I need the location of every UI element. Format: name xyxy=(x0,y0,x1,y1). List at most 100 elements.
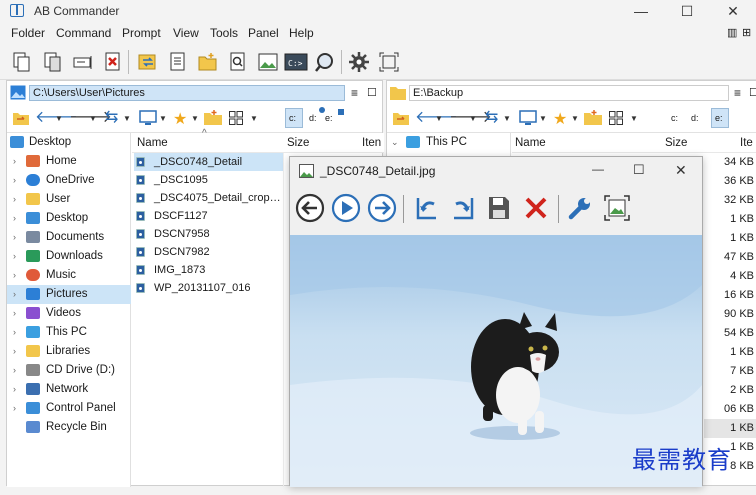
close-button[interactable]: ✕ xyxy=(710,0,756,22)
expand-chevron-icon[interactable]: › xyxy=(13,190,16,209)
file-row[interactable]: _DSC1095 xyxy=(134,171,283,189)
command-prompt-icon[interactable]: C:> xyxy=(284,51,308,73)
folder-sync-icon[interactable] xyxy=(13,111,29,125)
menu-help[interactable]: Help xyxy=(289,26,314,40)
expand-chevron-icon[interactable]: › xyxy=(13,342,16,361)
expand-chevron-icon[interactable]: › xyxy=(13,152,16,171)
swap-panes-icon[interactable]: ⇆ xyxy=(105,110,118,126)
grid-icon[interactable]: ⊞ xyxy=(742,26,751,39)
expand-chevron-icon[interactable]: › xyxy=(13,171,16,190)
drive-d-label[interactable]: d: xyxy=(309,113,317,123)
folder-sync-icon[interactable] xyxy=(393,111,409,125)
collapse-chevron-icon[interactable]: ⌄ xyxy=(391,133,399,152)
tree-item-downloads[interactable]: › Downloads xyxy=(7,247,131,266)
file-row[interactable]: DSCN7982 xyxy=(134,243,283,261)
tree-item-this-pc[interactable]: › This PC xyxy=(7,323,131,342)
save-icon[interactable] xyxy=(487,195,511,221)
forward-dropdown-icon[interactable]: ▼ xyxy=(89,114,97,123)
expand-chevron-icon[interactable]: › xyxy=(13,285,16,304)
favorites-star-icon[interactable]: ★ xyxy=(173,109,187,129)
expand-chevron-icon[interactable]: › xyxy=(13,209,16,228)
menu-panel[interactable]: Panel xyxy=(248,26,279,40)
file-row[interactable]: 32 KBPh xyxy=(704,191,756,210)
tree-item-videos[interactable]: › Videos xyxy=(7,304,131,323)
computer-icon[interactable] xyxy=(519,110,537,126)
file-row[interactable]: 4 KBPh xyxy=(704,267,756,286)
swap-dropdown-icon[interactable]: ▼ xyxy=(123,114,131,123)
expand-chevron-icon[interactable]: › xyxy=(13,247,16,266)
drive-e-label[interactable]: e: xyxy=(325,113,333,123)
swap-panes-icon[interactable]: ⇆ xyxy=(485,110,498,126)
layout-icon[interactable]: ▥ xyxy=(727,26,737,39)
new-folder-icon[interactable] xyxy=(204,110,222,125)
rename-icon[interactable] xyxy=(72,51,94,73)
previous-image-icon[interactable] xyxy=(295,193,325,223)
left-path-input[interactable]: C:\Users\User\Pictures xyxy=(29,85,345,101)
menu-prompt[interactable]: Prompt xyxy=(122,26,161,40)
expand-chevron-icon[interactable]: › xyxy=(13,228,16,247)
column-name[interactable]: Name xyxy=(137,133,168,153)
menu-command[interactable]: Command xyxy=(56,26,111,40)
file-row[interactable]: _DSC0748_Detail xyxy=(134,153,283,171)
drive-d-label[interactable]: d: xyxy=(691,113,699,123)
sync-icon[interactable] xyxy=(137,51,159,73)
file-row[interactable]: 06 KBPh xyxy=(704,400,756,419)
new-folder-icon[interactable] xyxy=(584,110,602,125)
forward-dropdown-icon[interactable]: ▼ xyxy=(469,114,477,123)
menu-view[interactable]: View xyxy=(173,26,199,40)
back-dropdown-icon[interactable]: ▼ xyxy=(435,114,443,123)
computer-dropdown-icon[interactable]: ▼ xyxy=(539,114,547,123)
menu-folder[interactable]: Folder xyxy=(11,26,45,40)
view-mode-icon[interactable] xyxy=(609,111,623,125)
computer-dropdown-icon[interactable]: ▼ xyxy=(159,114,167,123)
file-row[interactable]: 36 KBPh xyxy=(704,172,756,191)
file-row[interactable]: 90 KBPh xyxy=(704,305,756,324)
tree-item-this-pc[interactable]: ⌄ This PC xyxy=(387,133,511,152)
tree-item-cd-drive[interactable]: › CD Drive (D:) xyxy=(7,361,131,380)
fullscreen-icon[interactable] xyxy=(378,51,400,73)
viewer-minimize-button[interactable]: — xyxy=(592,162,604,176)
gear-icon[interactable] xyxy=(348,51,370,73)
file-row[interactable]: 47 KBTex xyxy=(704,248,756,267)
expand-chevron-icon[interactable]: › xyxy=(13,380,16,399)
right-path-input[interactable]: E:\Backup xyxy=(409,85,729,101)
file-row[interactable]: DSCF1127 xyxy=(134,207,283,225)
tree-item-desktop[interactable]: › Desktop xyxy=(7,209,131,228)
search-icon[interactable] xyxy=(314,51,336,73)
favorites-dropdown-icon[interactable]: ▼ xyxy=(191,114,199,123)
tree-item-pictures[interactable]: › Pictures xyxy=(7,285,131,304)
file-row[interactable]: _DSC4075_Detail_crop… xyxy=(134,189,283,207)
drive-c-label[interactable]: c: xyxy=(671,113,678,123)
file-row[interactable]: WP_20131107_016 xyxy=(134,279,283,297)
file-row[interactable]: IMG_1873 xyxy=(134,261,283,279)
maximize-button[interactable]: ☐ xyxy=(664,0,710,22)
delete-icon[interactable] xyxy=(524,196,548,220)
file-row[interactable]: DSCN7958 xyxy=(134,225,283,243)
computer-icon[interactable] xyxy=(139,110,157,126)
pane-menu-icon[interactable]: ≡ xyxy=(734,86,741,100)
file-row[interactable]: 54 KBPh xyxy=(704,324,756,343)
file-row[interactable]: 1 KBPh xyxy=(704,210,756,229)
file-row[interactable]: 1 KBPh xyxy=(704,419,756,438)
view-mode-dropdown-icon[interactable]: ▼ xyxy=(630,114,638,123)
back-dropdown-icon[interactable]: ▼ xyxy=(55,114,63,123)
file-row[interactable]: 2 KBPh xyxy=(704,381,756,400)
column-item-type[interactable]: Ite xyxy=(740,133,753,153)
move-icon[interactable] xyxy=(42,51,64,73)
pane-menu-icon[interactable]: ≡ xyxy=(351,86,358,100)
new-folder-icon[interactable] xyxy=(197,51,219,73)
file-row[interactable]: 7 KBPh xyxy=(704,362,756,381)
menu-tools[interactable]: Tools xyxy=(210,26,238,40)
rotate-left-icon[interactable] xyxy=(414,195,440,221)
pane-maximize-icon[interactable]: ☐ xyxy=(749,86,756,99)
view-mode-icon[interactable] xyxy=(229,111,243,125)
swap-dropdown-icon[interactable]: ▼ xyxy=(503,114,511,123)
file-row[interactable]: 16 KBPh xyxy=(704,286,756,305)
minimize-button[interactable]: — xyxy=(618,0,664,22)
fit-to-window-icon[interactable] xyxy=(604,195,630,221)
favorites-dropdown-icon[interactable]: ▼ xyxy=(571,114,579,123)
tree-item-user[interactable]: › User xyxy=(7,190,131,209)
column-size[interactable]: Size xyxy=(287,133,309,153)
expand-chevron-icon[interactable]: › xyxy=(13,323,16,342)
notes-icon[interactable] xyxy=(167,51,189,73)
